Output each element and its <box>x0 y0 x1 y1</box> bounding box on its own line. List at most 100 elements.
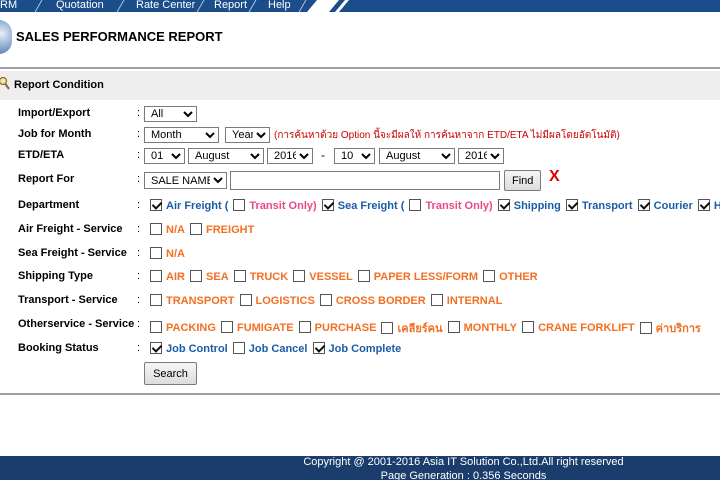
paren-open: ( <box>400 200 405 213</box>
shipping-type-option[interactable]: PAPER LESS/FORM <box>357 270 478 283</box>
checkbox-sea-na[interactable] <box>150 247 162 260</box>
checkbox-other-service-fee[interactable] <box>639 322 652 335</box>
dept-option-sea-transit[interactable]: Transit Only) <box>409 199 493 213</box>
checkbox-transport-internal[interactable] <box>430 294 443 307</box>
option-label: N/A <box>166 224 185 237</box>
etd-to-month-select[interactable]: August <box>379 148 455 164</box>
shipping-type-option[interactable]: VESSEL <box>293 270 353 283</box>
checkbox-job-cancel[interactable] <box>232 342 245 355</box>
other-service-option[interactable]: CRANE FORKLIFT <box>522 321 635 334</box>
footer-generation-time: Page Generation : 0.356 Seconds <box>380 470 547 482</box>
checkbox-air-transit-only[interactable] <box>233 199 246 212</box>
clear-x-icon[interactable]: X <box>549 168 560 186</box>
checkbox-other-purchase[interactable] <box>298 321 311 334</box>
checkbox-other-fumigate[interactable] <box>220 321 233 334</box>
shipping-type-option[interactable]: OTHER <box>483 270 538 283</box>
booking-status-options: Job Control Job Cancel Job Complete <box>150 342 403 359</box>
checkbox-shipping-vessel[interactable] <box>293 270 306 283</box>
dept-sea-transit-label: Transit Only) <box>425 200 493 213</box>
nav-item-report[interactable]: Report <box>214 0 247 11</box>
checkbox-sea-transit-only[interactable] <box>409 199 422 212</box>
checkbox-ho[interactable] <box>697 199 710 212</box>
checkbox-transport[interactable] <box>565 199 578 212</box>
etd-from-day-select[interactable]: 01 <box>144 148 185 164</box>
checkbox-other-clearance[interactable] <box>381 322 394 335</box>
dept-option-courier[interactable]: Courier <box>637 199 693 212</box>
footer-copyright: Copyright @ 2001-2016 Asia IT Solution C… <box>303 456 624 468</box>
checkbox-transport-transport[interactable] <box>150 294 162 307</box>
booking-status-option[interactable]: Job Cancel <box>232 342 307 355</box>
dept-option-transport[interactable]: Transport <box>565 199 633 212</box>
colon: : <box>137 247 141 259</box>
nav-separator <box>248 0 257 12</box>
transport-service-option[interactable]: CROSS BORDER <box>319 294 426 307</box>
other-service-option[interactable]: เคลียร์คน <box>381 319 443 337</box>
etd-from-year-select[interactable]: 2016 <box>267 148 313 164</box>
report-for-input[interactable] <box>230 171 500 190</box>
checkbox-air-freight-service[interactable] <box>190 223 203 236</box>
option-label: CRANE FORKLIFT <box>538 321 635 334</box>
search-button[interactable]: Search <box>144 362 197 385</box>
etd-from-month-select[interactable]: August <box>188 148 264 164</box>
checkbox-shipping[interactable] <box>497 199 510 212</box>
colon: : <box>137 173 141 185</box>
shipping-type-option[interactable]: AIR <box>150 270 185 283</box>
other-service-option[interactable]: PURCHASE <box>298 321 376 334</box>
nav-item-rm[interactable]: RM <box>0 0 17 11</box>
etd-to-day-select[interactable]: 10 <box>334 148 375 164</box>
checkbox-shipping-other[interactable] <box>483 270 496 283</box>
checkbox-sea-freight[interactable] <box>321 199 334 212</box>
shipping-type-option[interactable]: SEA <box>190 270 229 284</box>
shipping-type-option[interactable]: TRUCK <box>233 270 288 283</box>
nav-item-quotation[interactable]: Quotation <box>56 0 104 11</box>
sea-service-option[interactable]: N/A <box>150 247 185 260</box>
etd-to-year-select[interactable]: 2016 <box>458 148 504 164</box>
checkbox-other-packing[interactable] <box>150 321 162 334</box>
other-service-options: PACKING FUMIGATE PURCHASE เคลียร์คน MONT… <box>150 319 703 335</box>
report-for-select[interactable]: SALE NAME <box>144 172 227 189</box>
checkbox-transport-cross-border[interactable] <box>319 294 332 307</box>
checkbox-courier[interactable] <box>637 199 650 212</box>
job-month-select[interactable]: Month <box>144 127 219 143</box>
nav-item-help[interactable]: Help <box>268 0 291 11</box>
checkbox-shipping-paperless[interactable] <box>357 270 370 283</box>
dept-option-air-freight[interactable]: Air Freight ( <box>150 199 228 213</box>
dept-air-freight-label: Air Freight <box>166 200 222 213</box>
import-export-select[interactable]: All <box>144 106 197 122</box>
other-service-option[interactable]: ค่าบริการ <box>639 319 701 337</box>
checkbox-job-control[interactable] <box>150 342 162 355</box>
checkbox-shipping-sea[interactable] <box>190 270 203 283</box>
checkbox-other-crane-forklift[interactable] <box>522 321 535 334</box>
transport-service-option[interactable]: INTERNAL <box>430 294 502 307</box>
option-label: SEA <box>206 271 229 284</box>
dept-option-air-transit[interactable]: Transit Only) <box>233 199 317 212</box>
other-service-option[interactable]: PACKING <box>150 321 216 334</box>
nav-item-rate-center[interactable]: Rate Center <box>136 0 195 11</box>
option-label: Job Complete <box>328 343 402 356</box>
transport-service-option[interactable]: TRANSPORT <box>150 294 234 307</box>
booking-status-option[interactable]: Job Control <box>150 342 228 355</box>
transport-service-option[interactable]: LOGISTICS <box>239 294 315 307</box>
checkbox-air-na[interactable] <box>150 223 162 236</box>
air-service-option[interactable]: N/A <box>150 223 185 237</box>
dept-option-shipping[interactable]: Shipping <box>497 199 561 212</box>
checkbox-shipping-air[interactable] <box>150 270 162 283</box>
checkbox-job-complete[interactable] <box>312 342 325 355</box>
option-label: ค่าบริการ <box>655 323 701 335</box>
report-condition-header <box>0 71 720 100</box>
find-button[interactable]: Find <box>504 170 542 191</box>
checkbox-other-monthly[interactable] <box>447 321 460 334</box>
checkbox-air-freight[interactable] <box>150 199 162 212</box>
label-report-for: Report For <box>18 173 75 185</box>
booking-status-option[interactable]: Job Complete <box>312 342 402 356</box>
top-nav-bar: RM Quotation Rate Center Report Help <box>0 0 720 12</box>
air-service-option[interactable]: FREIGHT <box>190 223 254 236</box>
other-service-option[interactable]: MONTHLY <box>447 321 517 334</box>
option-label: FUMIGATE <box>236 321 294 334</box>
other-service-option[interactable]: FUMIGATE <box>220 321 294 334</box>
checkbox-transport-logistics[interactable] <box>239 294 252 307</box>
dept-option-ho[interactable]: Ho <box>697 199 720 212</box>
checkbox-shipping-truck[interactable] <box>233 270 246 283</box>
dept-option-sea-freight[interactable]: Sea Freight ( <box>321 199 405 213</box>
job-year-select[interactable]: Year <box>225 127 270 143</box>
